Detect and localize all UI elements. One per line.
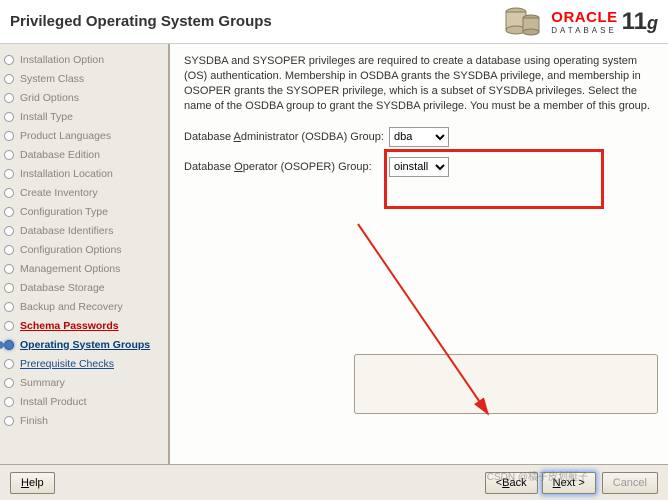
header: Privileged Operating System Groups ORACL… [0, 0, 668, 44]
sidebar-step-2: Grid Options [0, 88, 168, 107]
step-label: Configuration Options [20, 244, 122, 256]
sidebar-step-16[interactable]: Prerequisite Checks [0, 354, 168, 373]
step-label: Operating System Groups [20, 339, 150, 351]
content-panel: SYSDBA and SYSOPER privileges are requir… [170, 44, 668, 464]
brand-name: ORACLE [551, 9, 617, 26]
step-label: Install Product [20, 396, 87, 408]
step-label: Database Edition [20, 149, 100, 161]
sidebar-step-10: Configuration Options [0, 240, 168, 259]
sidebar-step-3: Install Type [0, 107, 168, 126]
sidebar-step-8: Configuration Type [0, 202, 168, 221]
sidebar-step-4: Product Languages [0, 126, 168, 145]
osdba-group-select[interactable]: dbaoinstall [389, 127, 449, 147]
sidebar-step-14[interactable]: Schema Passwords [0, 316, 168, 335]
oracle-logo: ORACLE DATABASE 11g [551, 8, 658, 36]
step-dot-icon [4, 359, 14, 369]
step-label: Database Storage [20, 282, 105, 294]
step-dot-icon [4, 416, 14, 426]
step-dot-icon [4, 169, 14, 179]
step-label: System Class [20, 73, 84, 85]
step-label: Management Options [20, 263, 120, 275]
step-label: Installation Option [20, 54, 104, 66]
step-label: Configuration Type [20, 206, 108, 218]
sidebar-step-19: Finish [0, 411, 168, 430]
sidebar-step-9: Database Identifiers [0, 221, 168, 240]
step-label: Database Identifiers [20, 225, 113, 237]
step-dot-icon [4, 207, 14, 217]
osoper-group-select[interactable]: oinstalldba [389, 157, 449, 177]
sidebar-step-6: Installation Location [0, 164, 168, 183]
sidebar-step-7: Create Inventory [0, 183, 168, 202]
step-dot-icon [4, 340, 14, 350]
footer: Help < Back Next > Cancel [0, 464, 668, 500]
sidebar-step-15[interactable]: Operating System Groups [0, 335, 168, 354]
step-label: Product Languages [20, 130, 111, 142]
back-button[interactable]: < Back [485, 472, 538, 494]
sidebar-step-1: System Class [0, 69, 168, 88]
page-title: Privileged Operating System Groups [10, 13, 501, 30]
step-dot-icon [4, 188, 14, 198]
description-text: SYSDBA and SYSOPER privileges are requir… [184, 54, 654, 113]
step-dot-icon [4, 264, 14, 274]
step-dot-icon [4, 150, 14, 160]
step-label: Grid Options [20, 92, 79, 104]
sidebar-step-12: Database Storage [0, 278, 168, 297]
step-dot-icon [4, 245, 14, 255]
step-label: Backup and Recovery [20, 301, 123, 313]
step-label: Finish [20, 415, 48, 427]
next-button[interactable]: Next > [542, 472, 596, 494]
step-dot-icon [4, 226, 14, 236]
step-dot-icon [4, 93, 14, 103]
message-panel [354, 354, 658, 414]
step-label: Installation Location [20, 168, 113, 180]
cancel-button[interactable]: Cancel [602, 472, 658, 494]
step-dot-icon [4, 321, 14, 331]
server-icon [501, 4, 543, 40]
sidebar-step-17: Summary [0, 373, 168, 392]
step-dot-icon [4, 112, 14, 122]
help-button[interactable]: Help [10, 472, 55, 494]
osoper-label: Database Operator (OSOPER) Group: [184, 161, 389, 173]
step-dot-icon [4, 283, 14, 293]
osdba-label: Database Administrator (OSDBA) Group: [184, 131, 389, 143]
sidebar-step-5: Database Edition [0, 145, 168, 164]
sidebar-step-18: Install Product [0, 392, 168, 411]
step-dot-icon [4, 397, 14, 407]
brand-version: 11g [622, 8, 658, 36]
wizard-sidebar: Installation Option System Class Grid Opti… [0, 44, 170, 464]
sidebar-step-11: Management Options [0, 259, 168, 278]
step-label: Create Inventory [20, 187, 98, 199]
step-label: Prerequisite Checks [20, 358, 114, 370]
step-dot-icon [4, 302, 14, 312]
sidebar-step-0: Installation Option [0, 50, 168, 69]
step-label: Install Type [20, 111, 73, 123]
brand-sub: DATABASE [551, 26, 617, 35]
step-dot-icon [4, 378, 14, 388]
step-label: Summary [20, 377, 65, 389]
step-dot-icon [4, 55, 14, 65]
step-dot-icon [4, 131, 14, 141]
step-dot-icon [4, 74, 14, 84]
step-label: Schema Passwords [20, 320, 119, 332]
sidebar-step-13: Backup and Recovery [0, 297, 168, 316]
